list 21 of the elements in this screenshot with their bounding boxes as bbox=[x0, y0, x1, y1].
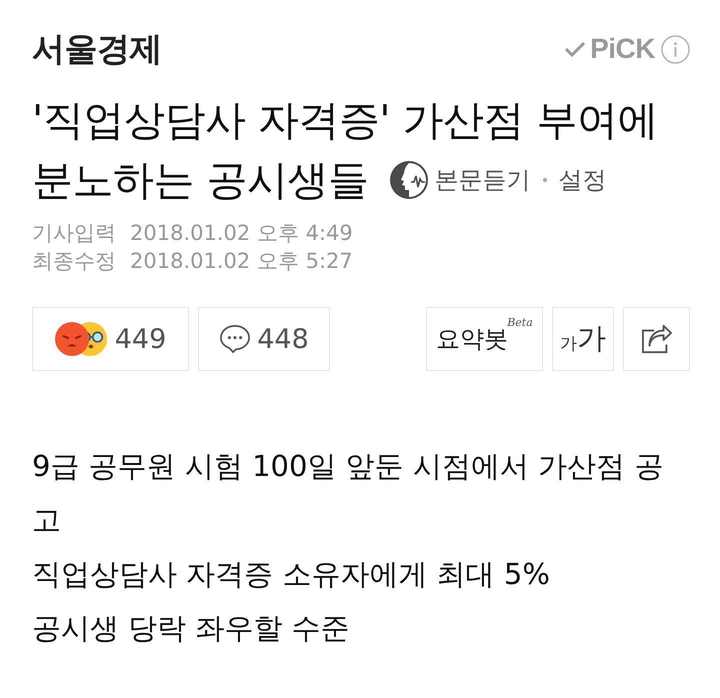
reaction-button[interactable]: 449 bbox=[32, 307, 189, 371]
publisher-name[interactable]: 서울경제 bbox=[32, 29, 162, 69]
headline-title: 분노하는 공시생들 bbox=[32, 155, 369, 206]
check-icon bbox=[564, 41, 586, 57]
settings-link[interactable]: 설정 bbox=[558, 164, 607, 196]
summary-line: 공시생 당락 좌우할 수준 bbox=[32, 610, 351, 647]
date-label: 기사입력 bbox=[32, 220, 116, 247]
summary-line: 직업상담사 자격증 소유자에게 최대 5% bbox=[32, 556, 551, 593]
comment-button[interactable]: 448 bbox=[198, 307, 330, 371]
font-size-button[interactable]: 가가 bbox=[552, 307, 614, 371]
speech-bubble-icon bbox=[219, 324, 252, 354]
date-value: 2018.01.02 오후 4:49 bbox=[130, 220, 353, 247]
date-value: 2018.01.02 오후 5:27 bbox=[130, 248, 353, 275]
share-icon bbox=[640, 324, 672, 354]
listen-link[interactable]: 본문듣기 bbox=[434, 164, 531, 196]
date-label: 최종수정 bbox=[32, 248, 116, 275]
headline-title: '직업상담사 자격증' 가산점 부여에 bbox=[32, 95, 658, 146]
speaking-head-icon[interactable] bbox=[388, 160, 429, 200]
angry-face-icon bbox=[54, 322, 89, 356]
summary-line: 9급 공무원 시험 100일 앞둔 시점에서 가산점 공고 bbox=[32, 448, 664, 539]
share-button[interactable] bbox=[623, 307, 690, 371]
